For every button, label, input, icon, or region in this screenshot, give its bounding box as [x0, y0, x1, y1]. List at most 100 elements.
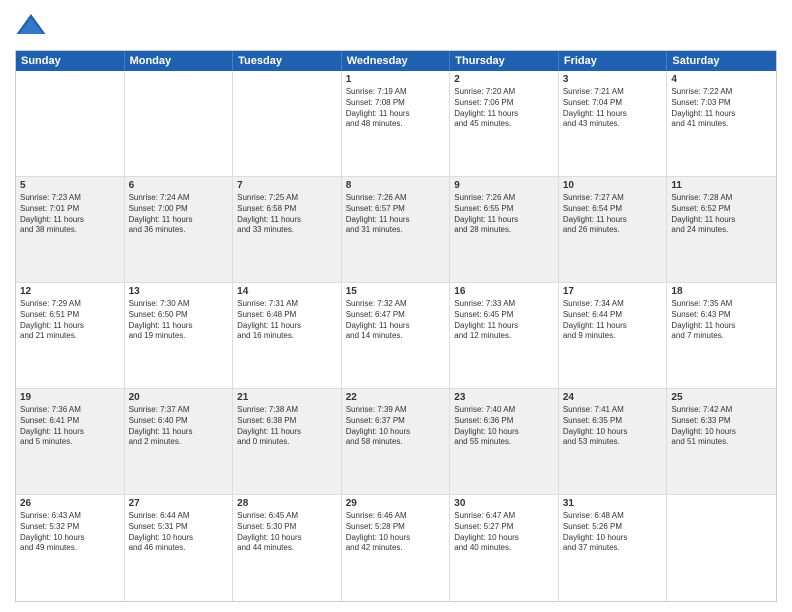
calendar-cell-r1-c6: 11 Sunrise: 7:28 AM Sunset: 6:52 PM Dayli…	[667, 177, 776, 282]
calendar-cell-r3-c2: 21 Sunrise: 7:38 AM Sunset: 6:38 PM Dayli…	[233, 389, 342, 494]
calendar-cell-r2-c3: 15Sunrise: 7:32 AM Sunset: 6:47 PM Dayli…	[342, 283, 451, 388]
day-info: Sunrise: 7:26 AM Sunset: 6:57 PM Dayligh…	[346, 193, 446, 236]
day-info: Sunrise: 6:46 AM Sunset: 5:28 PM Dayligh…	[346, 511, 446, 554]
day-number: 17	[563, 286, 663, 297]
calendar-cell-r1-c5: 10Sunrise: 7:27 AM Sunset: 6:54 PM Dayli…	[559, 177, 668, 282]
day-number: 27	[129, 498, 229, 509]
day-info: Sunrise: 7:37 AM Sunset: 6:40 PM Dayligh…	[129, 405, 229, 448]
day-info: Sunrise: 6:47 AM Sunset: 5:27 PM Dayligh…	[454, 511, 554, 554]
calendar-cell-r4-c1: 27 Sunrise: 6:44 AM Sunset: 5:31 PM Dayli…	[125, 495, 234, 601]
day-number: 1	[346, 74, 446, 85]
day-info: Sunrise: 6:48 AM Sunset: 5:26 PM Dayligh…	[563, 511, 663, 554]
day-number: 7	[237, 180, 337, 191]
day-info: Sunrise: 7:28 AM Sunset: 6:52 PM Dayligh…	[671, 193, 772, 236]
day-number: 28	[237, 498, 337, 509]
weekday-header-thursday: Thursday	[450, 51, 559, 71]
weekday-header-friday: Friday	[559, 51, 668, 71]
calendar-cell-r2-c2: 14 Sunrise: 7:31 AM Sunset: 6:48 PM Dayli…	[233, 283, 342, 388]
logo-icon	[15, 10, 47, 42]
calendar-cell-r0-c1	[125, 71, 234, 176]
day-info: Sunrise: 7:23 AM Sunset: 7:01 PM Dayligh…	[20, 193, 120, 236]
day-info: Sunrise: 6:43 AM Sunset: 5:32 PM Dayligh…	[20, 511, 120, 554]
day-number: 11	[671, 180, 772, 191]
calendar-header: SundayMondayTuesdayWednesdayThursdayFrid…	[16, 51, 776, 71]
calendar-cell-r4-c6	[667, 495, 776, 601]
calendar-cell-r2-c5: 17 Sunrise: 7:34 AM Sunset: 6:44 PM Dayli…	[559, 283, 668, 388]
calendar-cell-r3-c1: 20 Sunrise: 7:37 AM Sunset: 6:40 PM Dayli…	[125, 389, 234, 494]
day-number: 25	[671, 392, 772, 403]
calendar-cell-r4-c4: 30Sunrise: 6:47 AM Sunset: 5:27 PM Dayli…	[450, 495, 559, 601]
page-container: SundayMondayTuesdayWednesdayThursdayFrid…	[0, 0, 792, 612]
calendar-cell-r4-c2: 28 Sunrise: 6:45 AM Sunset: 5:30 PM Dayli…	[233, 495, 342, 601]
day-info: Sunrise: 7:40 AM Sunset: 6:36 PM Dayligh…	[454, 405, 554, 448]
day-number: 29	[346, 498, 446, 509]
day-info: Sunrise: 7:26 AM Sunset: 6:55 PM Dayligh…	[454, 193, 554, 236]
calendar-cell-r0-c5: 3 Sunrise: 7:21 AM Sunset: 7:04 PM Daylig…	[559, 71, 668, 176]
calendar-cell-r0-c0	[16, 71, 125, 176]
calendar-cell-r0-c3: 1 Sunrise: 7:19 AM Sunset: 7:08 PM Daylig…	[342, 71, 451, 176]
weekday-header-saturday: Saturday	[667, 51, 776, 71]
calendar-cell-r2-c1: 13Sunrise: 7:30 AM Sunset: 6:50 PM Dayli…	[125, 283, 234, 388]
day-number: 20	[129, 392, 229, 403]
day-info: Sunrise: 7:30 AM Sunset: 6:50 PM Dayligh…	[129, 299, 229, 342]
weekday-header-monday: Monday	[125, 51, 234, 71]
calendar-cell-r2-c0: 12 Sunrise: 7:29 AM Sunset: 6:51 PM Dayli…	[16, 283, 125, 388]
day-info: Sunrise: 7:31 AM Sunset: 6:48 PM Dayligh…	[237, 299, 337, 342]
day-info: Sunrise: 7:38 AM Sunset: 6:38 PM Dayligh…	[237, 405, 337, 448]
day-number: 5	[20, 180, 120, 191]
calendar-cell-r0-c4: 2Sunrise: 7:20 AM Sunset: 7:06 PM Daylig…	[450, 71, 559, 176]
calendar-cell-r3-c0: 19 Sunrise: 7:36 AM Sunset: 6:41 PM Dayli…	[16, 389, 125, 494]
calendar-row-0: 1 Sunrise: 7:19 AM Sunset: 7:08 PM Daylig…	[16, 71, 776, 177]
day-info: Sunrise: 7:39 AM Sunset: 6:37 PM Dayligh…	[346, 405, 446, 448]
day-number: 22	[346, 392, 446, 403]
day-info: Sunrise: 7:41 AM Sunset: 6:35 PM Dayligh…	[563, 405, 663, 448]
calendar-cell-r0-c2	[233, 71, 342, 176]
header	[15, 10, 777, 42]
weekday-header-wednesday: Wednesday	[342, 51, 451, 71]
calendar-cell-r1-c4: 9Sunrise: 7:26 AM Sunset: 6:55 PM Daylig…	[450, 177, 559, 282]
calendar-cell-r2-c4: 16Sunrise: 7:33 AM Sunset: 6:45 PM Dayli…	[450, 283, 559, 388]
day-number: 15	[346, 286, 446, 297]
day-info: Sunrise: 7:34 AM Sunset: 6:44 PM Dayligh…	[563, 299, 663, 342]
day-number: 26	[20, 498, 120, 509]
calendar: SundayMondayTuesdayWednesdayThursdayFrid…	[15, 50, 777, 602]
weekday-header-sunday: Sunday	[16, 51, 125, 71]
day-number: 4	[671, 74, 772, 85]
day-number: 24	[563, 392, 663, 403]
day-number: 14	[237, 286, 337, 297]
logo	[15, 10, 51, 42]
calendar-row-1: 5 Sunrise: 7:23 AM Sunset: 7:01 PM Daylig…	[16, 177, 776, 283]
day-info: Sunrise: 7:24 AM Sunset: 7:00 PM Dayligh…	[129, 193, 229, 236]
calendar-cell-r3-c6: 25 Sunrise: 7:42 AM Sunset: 6:33 PM Dayli…	[667, 389, 776, 494]
calendar-row-4: 26 Sunrise: 6:43 AM Sunset: 5:32 PM Dayli…	[16, 495, 776, 601]
day-number: 21	[237, 392, 337, 403]
day-info: Sunrise: 7:29 AM Sunset: 6:51 PM Dayligh…	[20, 299, 120, 342]
calendar-cell-r3-c5: 24 Sunrise: 7:41 AM Sunset: 6:35 PM Dayli…	[559, 389, 668, 494]
day-number: 23	[454, 392, 554, 403]
day-number: 8	[346, 180, 446, 191]
calendar-cell-r4-c3: 29 Sunrise: 6:46 AM Sunset: 5:28 PM Dayli…	[342, 495, 451, 601]
calendar-cell-r2-c6: 18Sunrise: 7:35 AM Sunset: 6:43 PM Dayli…	[667, 283, 776, 388]
day-info: Sunrise: 7:21 AM Sunset: 7:04 PM Dayligh…	[563, 87, 663, 130]
day-number: 18	[671, 286, 772, 297]
calendar-cell-r3-c3: 22 Sunrise: 7:39 AM Sunset: 6:37 PM Dayli…	[342, 389, 451, 494]
day-info: Sunrise: 6:44 AM Sunset: 5:31 PM Dayligh…	[129, 511, 229, 554]
day-info: Sunrise: 7:42 AM Sunset: 6:33 PM Dayligh…	[671, 405, 772, 448]
calendar-cell-r4-c5: 31Sunrise: 6:48 AM Sunset: 5:26 PM Dayli…	[559, 495, 668, 601]
calendar-cell-r1-c0: 5 Sunrise: 7:23 AM Sunset: 7:01 PM Daylig…	[16, 177, 125, 282]
calendar-cell-r1-c3: 8 Sunrise: 7:26 AM Sunset: 6:57 PM Daylig…	[342, 177, 451, 282]
calendar-body: 1 Sunrise: 7:19 AM Sunset: 7:08 PM Daylig…	[16, 71, 776, 601]
day-info: Sunrise: 7:36 AM Sunset: 6:41 PM Dayligh…	[20, 405, 120, 448]
day-number: 19	[20, 392, 120, 403]
day-info: Sunrise: 6:45 AM Sunset: 5:30 PM Dayligh…	[237, 511, 337, 554]
weekday-header-tuesday: Tuesday	[233, 51, 342, 71]
calendar-row-2: 12 Sunrise: 7:29 AM Sunset: 6:51 PM Dayli…	[16, 283, 776, 389]
day-info: Sunrise: 7:19 AM Sunset: 7:08 PM Dayligh…	[346, 87, 446, 130]
day-number: 12	[20, 286, 120, 297]
day-info: Sunrise: 7:20 AM Sunset: 7:06 PM Dayligh…	[454, 87, 554, 130]
day-info: Sunrise: 7:27 AM Sunset: 6:54 PM Dayligh…	[563, 193, 663, 236]
day-number: 3	[563, 74, 663, 85]
calendar-cell-r1-c2: 7Sunrise: 7:25 AM Sunset: 6:58 PM Daylig…	[233, 177, 342, 282]
day-info: Sunrise: 7:33 AM Sunset: 6:45 PM Dayligh…	[454, 299, 554, 342]
calendar-cell-r3-c4: 23 Sunrise: 7:40 AM Sunset: 6:36 PM Dayli…	[450, 389, 559, 494]
